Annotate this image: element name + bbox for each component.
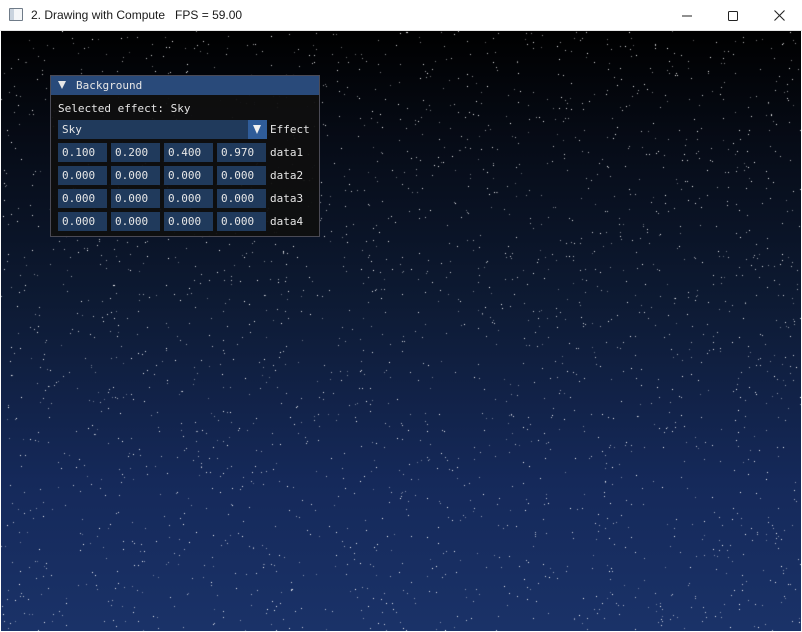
panel-title: Background xyxy=(76,79,143,92)
data3-w-field[interactable]: 0.000 xyxy=(217,189,266,208)
data1-z-field[interactable]: 0.400 xyxy=(164,143,213,162)
panel-header[interactable]: Background xyxy=(51,76,319,95)
effect-combo-label: Effect xyxy=(270,123,310,136)
data4-z-field[interactable]: 0.000 xyxy=(164,212,213,231)
effect-combo-value: Sky xyxy=(62,123,82,136)
data3-label: data3 xyxy=(270,192,304,205)
data1-x-field[interactable]: 0.100 xyxy=(58,143,107,162)
data2-w-field[interactable]: 0.000 xyxy=(217,166,266,185)
data2-row: 0.000 0.000 0.000 0.000 data2 xyxy=(58,166,318,185)
collapse-arrow-icon[interactable] xyxy=(58,81,66,89)
minimize-button[interactable] xyxy=(664,0,710,31)
data3-x-field[interactable]: 0.000 xyxy=(58,189,107,208)
data1-row: 0.100 0.200 0.400 0.970 data1 xyxy=(58,143,318,162)
data1-label: data1 xyxy=(270,146,304,159)
app-window-icon xyxy=(9,8,23,21)
minimize-icon xyxy=(682,15,692,16)
close-button[interactable] xyxy=(756,0,802,31)
data2-label: data2 xyxy=(270,169,304,182)
data2-x-field[interactable]: 0.000 xyxy=(58,166,107,185)
data1-y-field[interactable]: 0.200 xyxy=(111,143,160,162)
effect-combo-button[interactable] xyxy=(248,120,267,139)
close-icon xyxy=(773,10,785,21)
data3-y-field[interactable]: 0.000 xyxy=(111,189,160,208)
data3-z-field[interactable]: 0.000 xyxy=(164,189,213,208)
data3-row: 0.000 0.000 0.000 0.000 data3 xyxy=(58,189,318,208)
maximize-icon xyxy=(728,10,738,21)
data1-w-field[interactable]: 0.970 xyxy=(217,143,266,162)
data4-x-field[interactable]: 0.000 xyxy=(58,212,107,231)
background-panel[interactable]: Background Selected effect: Sky Sky Effe… xyxy=(50,75,320,237)
data4-w-field[interactable]: 0.000 xyxy=(217,212,266,231)
chevron-down-icon xyxy=(253,125,261,134)
data4-row: 0.000 0.000 0.000 0.000 data4 xyxy=(58,212,318,231)
data2-y-field[interactable]: 0.000 xyxy=(111,166,160,185)
window-titlebar[interactable]: 2. Drawing with Compute FPS = 59.00 xyxy=(0,0,802,31)
window-title: 2. Drawing with Compute FPS = 59.00 xyxy=(31,8,243,22)
effect-combo[interactable]: Sky xyxy=(58,120,267,139)
data4-label: data4 xyxy=(270,215,304,228)
data2-z-field[interactable]: 0.000 xyxy=(164,166,213,185)
selected-effect-text: Selected effect: Sky xyxy=(58,102,191,115)
data4-y-field[interactable]: 0.000 xyxy=(111,212,160,231)
maximize-button[interactable] xyxy=(710,0,756,31)
